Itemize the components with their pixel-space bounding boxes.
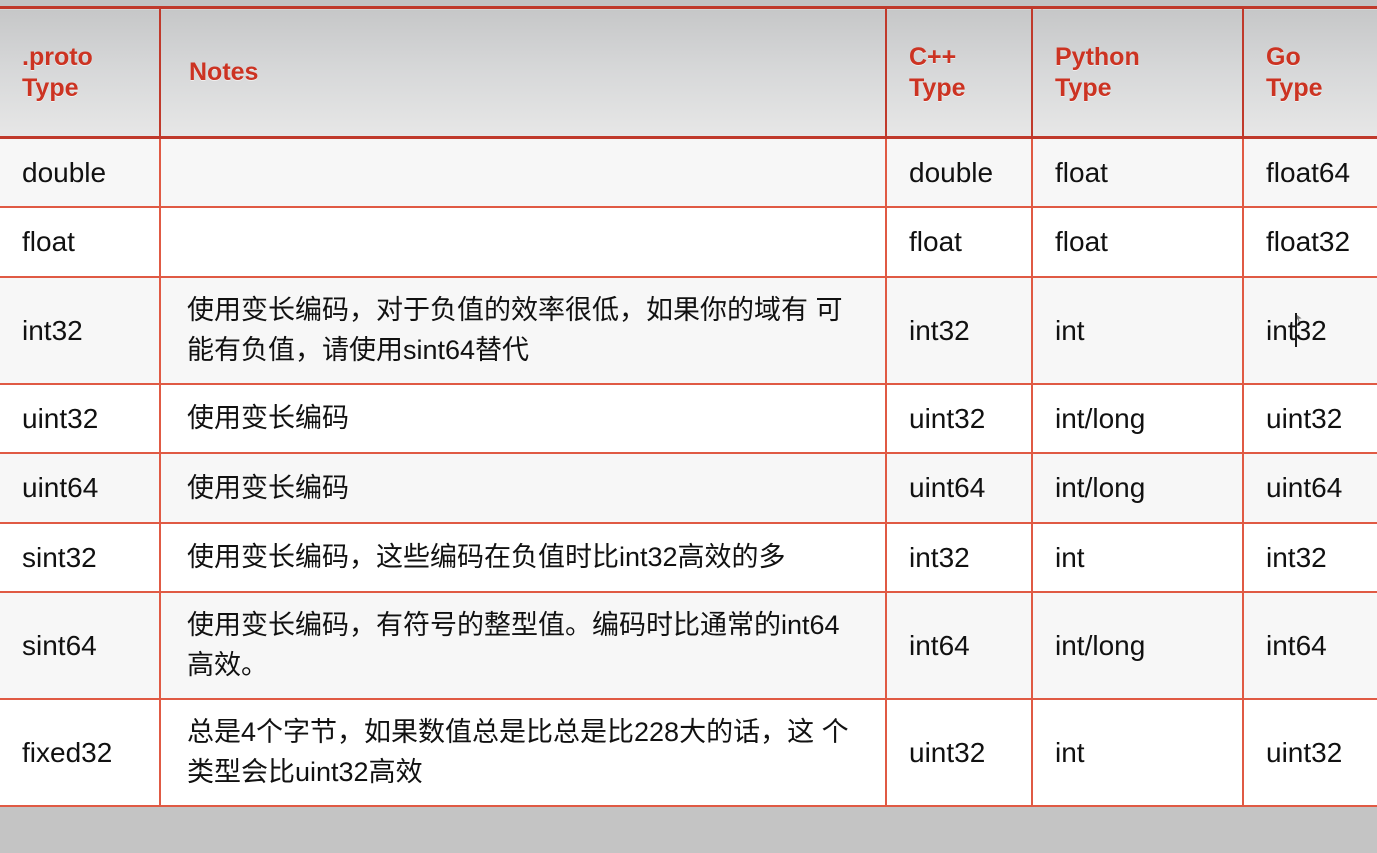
cell-notes [160, 137, 887, 209]
cell-go-type: int64 [1243, 591, 1377, 700]
table-row: uint32 使用变长编码 uint32 int/long uint32 [0, 383, 1377, 455]
column-header-cpp-type-line1: C++ [909, 43, 957, 71]
cell-notes: 使用变长编码，有符号的整型值。编码时比通常的int64高效。 [160, 591, 887, 700]
table-header: .proto Type Notes C++ Type Python Type G… [0, 7, 1377, 139]
table-container: .proto Type Notes C++ Type Python Type G… [0, 6, 1377, 807]
table-row: int32 使用变长编码，对于负值的效率很低，如果你的域有 可能有负值，请使用si… [0, 276, 1377, 385]
table-row: sint64 使用变长编码，有符号的整型值。编码时比通常的int64高效。 int6… [0, 591, 1377, 700]
cell-go-type: uint32 [1243, 383, 1377, 455]
cell-notes: 总是4个字节，如果数值总是比总是比228大的话，这 个类型会比uint32高效 [160, 698, 887, 807]
cell-cpp-type: double [886, 137, 1033, 209]
column-header-go-type-line1: Go [1266, 43, 1301, 71]
cell-go-type: uint64 [1243, 453, 1377, 524]
cell-cpp-type: uint64 [886, 453, 1033, 524]
text-cursor-icon [1294, 312, 1297, 347]
cell-go-type: int32 [1243, 522, 1377, 593]
cell-notes: 使用变长编码 [160, 383, 887, 455]
cell-cpp-type: int64 [886, 591, 1033, 700]
column-header-proto-type-line1: .proto [22, 43, 93, 71]
cell-cpp-type: uint32 [886, 698, 1033, 807]
table-row: double double float float64 [0, 137, 1377, 209]
cell-cpp-type: float [886, 207, 1033, 278]
cell-proto-type: float [0, 207, 161, 278]
header-row: .proto Type Notes C++ Type Python Type G… [0, 7, 1377, 139]
column-header-proto-type-line2: Type [22, 73, 79, 102]
table-row: sint32 使用变长编码，这些编码在负值时比int32高效的多 int32 int i… [0, 522, 1377, 593]
cell-cpp-type: int32 [886, 276, 1033, 385]
cell-python-type: int/long [1032, 453, 1244, 524]
cell-notes: 使用变长编码 [160, 453, 887, 524]
cell-python-type: int/long [1032, 591, 1244, 700]
cell-python-type: float [1032, 137, 1244, 209]
cell-python-type: int/long [1032, 383, 1244, 455]
cell-python-type: int [1032, 698, 1244, 807]
cell-notes: 使用变长编码，对于负值的效率很低，如果你的域有 可能有负值，请使用sint64替… [160, 276, 887, 385]
cell-go-type-after-caret: 32 [1295, 314, 1327, 346]
cell-python-type: int [1032, 276, 1244, 385]
screen-root: .proto Type Notes C++ Type Python Type G… [0, 0, 1377, 853]
table-body: double double float float64 float float float f… [0, 137, 1377, 807]
column-header-python-type-line2: Type [1055, 73, 1112, 102]
cell-proto-type: sint32 [0, 522, 161, 593]
column-header-cpp-type: C++ Type [886, 7, 1033, 139]
cell-go-type: uint32 [1243, 698, 1377, 807]
cell-notes [160, 207, 887, 278]
column-header-proto-type: .proto Type [0, 7, 161, 139]
cell-cpp-type: uint32 [886, 383, 1033, 455]
cell-proto-type: uint64 [0, 453, 161, 524]
column-header-cpp-type-line2: Type [909, 73, 966, 102]
cell-go-type: int32 [1243, 276, 1377, 385]
cell-notes: 使用变长编码，这些编码在负值时比int32高效的多 [160, 522, 887, 593]
column-header-python-type-line1: Python [1055, 43, 1140, 71]
table-row: fixed32 总是4个字节，如果数值总是比总是比228大的话，这 个类型会比ui… [0, 698, 1377, 807]
column-header-go-type-line2: Type [1266, 73, 1323, 102]
cell-proto-type: int32 [0, 276, 161, 385]
column-header-notes-label: Notes [189, 58, 259, 87]
cell-go-type-before-caret: int [1266, 314, 1296, 346]
table-row: float float float float32 [0, 207, 1377, 278]
cell-go-type: float64 [1243, 137, 1377, 209]
cell-proto-type: uint32 [0, 383, 161, 455]
column-header-go-type: Go Type [1243, 7, 1377, 139]
cell-cpp-type: int32 [886, 522, 1033, 593]
cell-proto-type: sint64 [0, 591, 161, 700]
cell-proto-type: double [0, 137, 161, 209]
cell-proto-type: fixed32 [0, 698, 161, 807]
column-header-notes: Notes [160, 7, 887, 139]
cell-python-type: int [1032, 522, 1244, 593]
protobuf-scalar-types-table: .proto Type Notes C++ Type Python Type G… [0, 6, 1377, 807]
cell-go-type: float32 [1243, 207, 1377, 278]
cell-python-type: float [1032, 207, 1244, 278]
table-row: uint64 使用变长编码 uint64 int/long uint64 [0, 453, 1377, 524]
column-header-python-type: Python Type [1032, 7, 1244, 139]
